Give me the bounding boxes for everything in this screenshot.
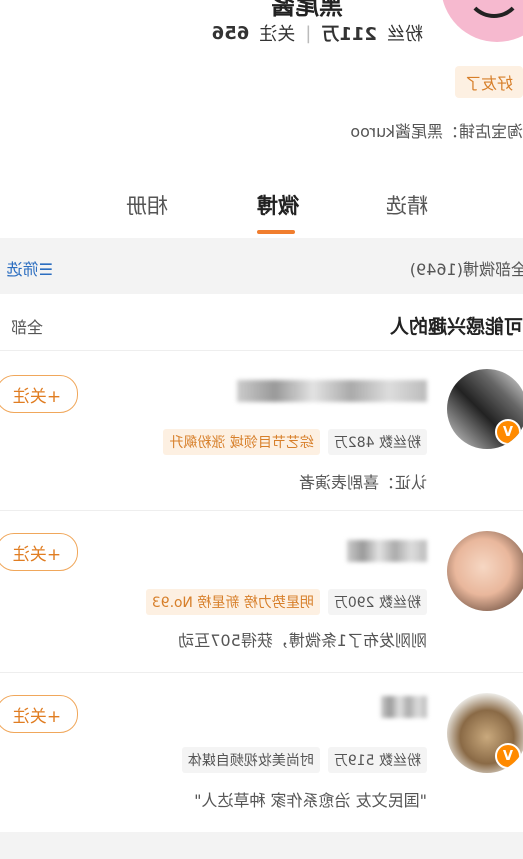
fans-tag: 粉丝数 290万 [327, 589, 427, 615]
category-tag: 时尚美妆视频自媒体 [181, 747, 320, 773]
profile-tabs: 精选 微博 相册 [0, 190, 523, 240]
list-item[interactable]: 粉丝数 290万 明星势力榜 新星榜 No.93 刚刚发布了1条微博，获得507… [0, 510, 523, 663]
follow-button[interactable]: +关注 [0, 375, 78, 413]
user-desc: "国民文友 治愈系作家 种草达人" [194, 791, 427, 810]
filter-icon: ☰ [38, 260, 53, 279]
follow-button[interactable]: +关注 [0, 695, 78, 733]
follow-label[interactable]: 关注 [259, 20, 295, 46]
hot-tag: 明星势力榜 新星榜 No.93 [145, 589, 320, 615]
follow-button[interactable]: +关注 [0, 533, 78, 571]
fans-tag: 粉丝数 482万 [327, 429, 427, 455]
interest-title: 可能感兴趣的人 [389, 316, 523, 338]
profile-name: 黑尾酱 [271, 0, 343, 20]
profile-avatar[interactable] [441, 0, 523, 42]
list-item[interactable]: V 粉丝数 482万 综艺节目领域 涨粉飙升 认证：喜剧表演者 +关注 [0, 350, 523, 503]
user-name-blurred[interactable] [347, 539, 427, 562]
fans-tag: 粉丝数 519万 [327, 747, 427, 773]
weibo-count-bar: 全部微博(1649) ☰筛选 [0, 238, 523, 294]
avatar[interactable]: V [447, 369, 523, 449]
fans-count[interactable]: 211万 [321, 20, 377, 46]
user-tags: 粉丝数 519万 时尚美妆视频自媒体 [181, 747, 427, 773]
filter-button[interactable]: ☰筛选 [7, 256, 53, 280]
friend-tag[interactable]: 好友了 [454, 66, 523, 98]
avatar[interactable] [447, 531, 523, 611]
tab-weibo[interactable]: 微博 [257, 190, 299, 220]
hot-tag: 综艺节目领域 涨粉飙升 [163, 429, 320, 455]
shop-link[interactable]: 淘宝店铺：黑尾酱kuroo [350, 118, 523, 142]
profile-page: 黑尾酱 粉丝 211万 | 关注 656 好友了 淘宝店铺：黑尾酱kuroo 精… [0, 0, 523, 859]
user-name-blurred[interactable] [237, 379, 427, 402]
profile-stats: 粉丝 211万 | 关注 656 [212, 20, 423, 46]
avatar[interactable]: V [447, 693, 523, 773]
verified-icon: V [495, 419, 521, 445]
active-tab-indicator [257, 230, 295, 234]
filter-label: 筛选 [6, 260, 39, 279]
user-tags: 粉丝数 290万 明星势力榜 新星榜 No.93 [145, 589, 427, 615]
interest-all-link[interactable]: 全部 [11, 314, 43, 338]
user-name-blurred[interactable] [381, 695, 427, 718]
tab-album[interactable]: 相册 [126, 190, 168, 220]
tab-featured[interactable]: 精选 [386, 190, 428, 220]
bottom-bar [0, 832, 523, 859]
user-desc: 刚刚发布了1条微博，获得507互动 [178, 631, 427, 650]
verified-icon: V [495, 743, 521, 769]
user-tags: 粉丝数 482万 综艺节目领域 涨粉飙升 [163, 429, 427, 455]
weibo-count: 全部微博(1649) [409, 260, 523, 279]
fans-label[interactable]: 粉丝 [387, 20, 423, 46]
stats-divider: | [305, 22, 312, 44]
list-item[interactable]: V 粉丝数 519万 时尚美妆视频自媒体 "国民文友 治愈系作家 种草达人" +… [0, 672, 523, 825]
user-desc: 认证：喜剧表演者 [298, 473, 427, 492]
follow-count[interactable]: 656 [212, 23, 250, 44]
